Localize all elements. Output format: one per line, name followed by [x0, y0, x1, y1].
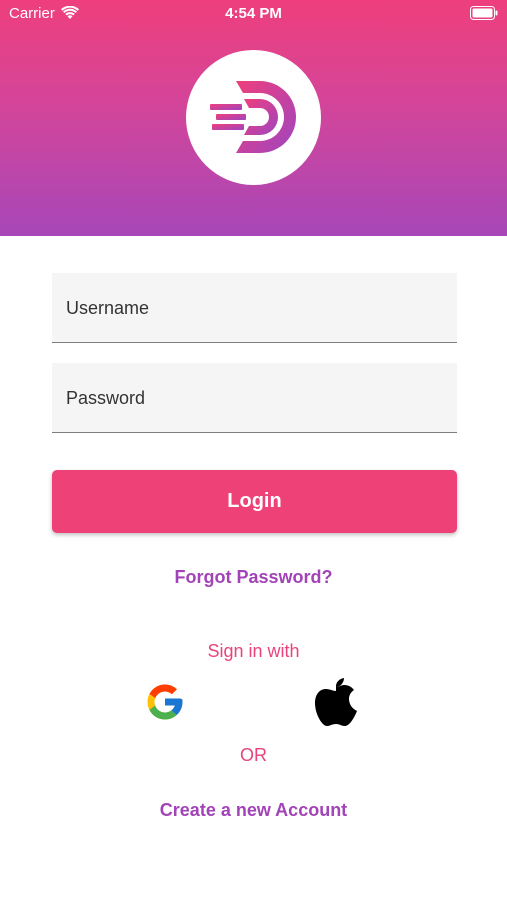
- status-bar: Carrier 4:54 PM: [0, 0, 507, 28]
- google-icon[interactable]: [144, 681, 186, 723]
- status-time: 4:54 PM: [225, 5, 282, 22]
- password-field[interactable]: [52, 363, 457, 433]
- forgot-password-link[interactable]: Forgot Password?: [0, 567, 507, 588]
- app-logo: [186, 50, 321, 185]
- username-field[interactable]: [52, 273, 457, 343]
- sign-in-with-label: Sign in with: [207, 641, 300, 661]
- d-logo-icon: [210, 81, 296, 153]
- login-button[interactable]: Login: [52, 470, 457, 533]
- or-separator: OR: [240, 745, 267, 765]
- create-account-link[interactable]: Create a new Account: [0, 800, 507, 821]
- battery-icon: [470, 6, 498, 24]
- header-banner: Carrier 4:54 PM: [0, 0, 507, 236]
- apple-icon[interactable]: [314, 676, 358, 728]
- password-input[interactable]: [66, 363, 446, 433]
- username-input[interactable]: [66, 273, 446, 343]
